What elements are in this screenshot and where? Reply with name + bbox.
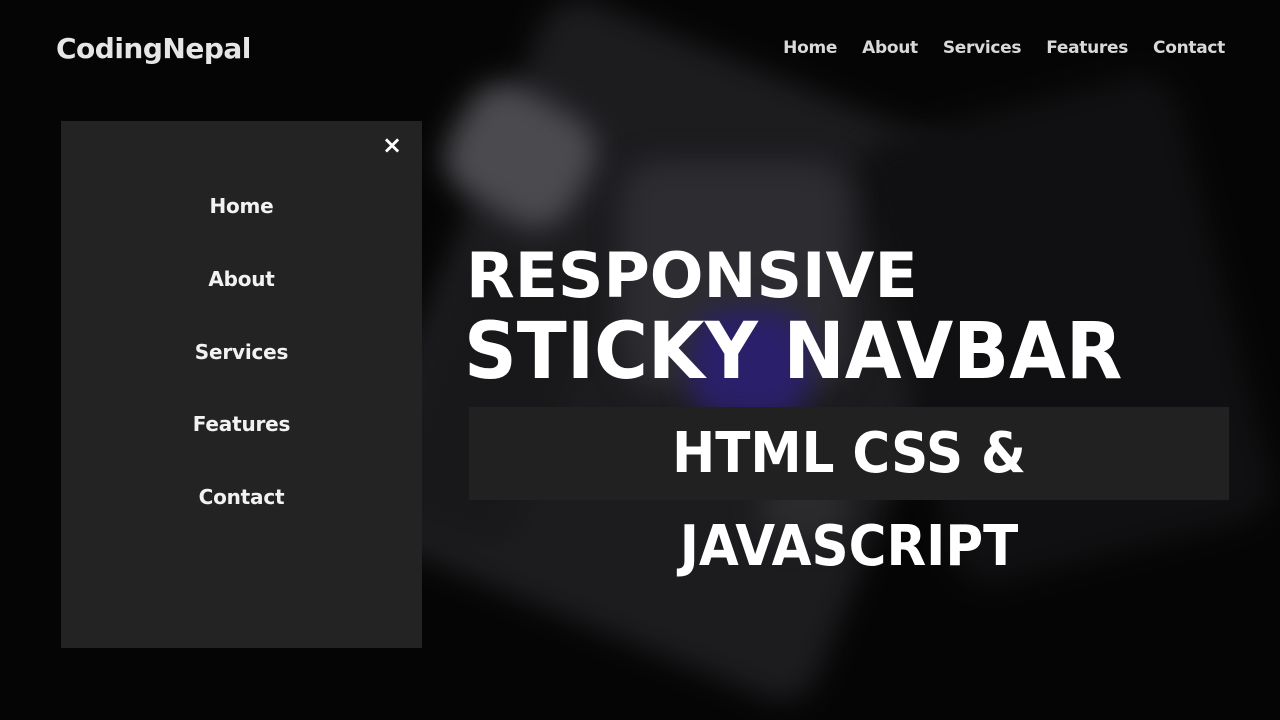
nav-link-home[interactable]: Home bbox=[783, 38, 837, 58]
close-icon[interactable]: × bbox=[381, 133, 403, 157]
top-navbar: CodingNepal Home About Services Features… bbox=[0, 0, 1280, 96]
nav-link-contact[interactable]: Contact bbox=[1153, 38, 1225, 58]
side-menu-item-about[interactable]: About bbox=[61, 267, 422, 291]
nav-link-features[interactable]: Features bbox=[1046, 38, 1128, 58]
hero-subtitle: HTML CSS & JAVASCRIPT bbox=[672, 421, 1026, 579]
nav-links: Home About Services Features Contact bbox=[783, 38, 1225, 58]
nav-link-about[interactable]: About bbox=[862, 38, 918, 58]
side-menu-item-contact[interactable]: Contact bbox=[61, 485, 422, 509]
side-menu-item-services[interactable]: Services bbox=[61, 340, 422, 364]
hero-title-responsive: RESPONSIVE bbox=[466, 239, 918, 312]
site-logo[interactable]: CodingNepal bbox=[56, 32, 251, 65]
side-menu-item-features[interactable]: Features bbox=[61, 412, 422, 436]
hero-title-sticky-navbar: STICKY NAVBAR bbox=[464, 307, 1123, 397]
thumbnail-stage: CodingNepal Home About Services Features… bbox=[0, 0, 1280, 720]
side-menu-item-home[interactable]: Home bbox=[61, 194, 422, 218]
nav-link-services[interactable]: Services bbox=[943, 38, 1022, 58]
